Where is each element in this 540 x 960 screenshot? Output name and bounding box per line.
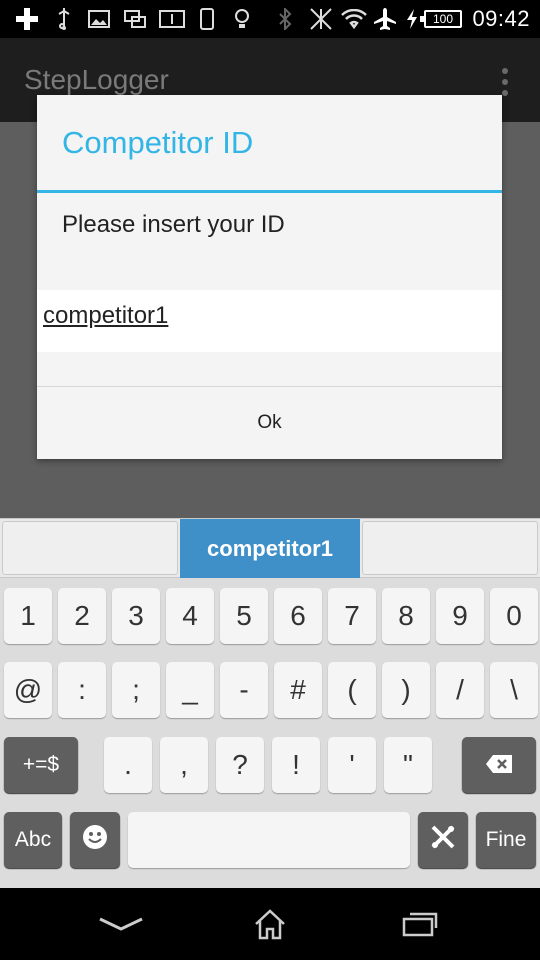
soft-keyboard: competitor1 1 2 3 4 5 6 7 8 9 0 @ : ; _ … (0, 518, 540, 888)
key-0[interactable]: 0 (490, 588, 538, 644)
key-question[interactable]: ? (216, 737, 264, 793)
back-chevron-icon[interactable] (91, 900, 151, 948)
key-2[interactable]: 2 (58, 588, 106, 644)
phone-icon (198, 7, 216, 31)
key-quote[interactable]: " (384, 737, 432, 793)
key-period[interactable]: . (104, 737, 152, 793)
keyboard-settings-key[interactable] (418, 812, 468, 868)
key-exclamation[interactable]: ! (272, 737, 320, 793)
key-comma[interactable]: , (160, 737, 208, 793)
suggestion-main[interactable]: competitor1 (180, 519, 360, 578)
bulb-icon (232, 7, 252, 31)
key-9[interactable]: 9 (436, 588, 484, 644)
screen-mirror-icon (122, 7, 148, 31)
dialog-title-divider (37, 190, 502, 193)
space-key[interactable] (128, 812, 410, 868)
tools-icon (430, 824, 456, 857)
key-colon[interactable]: : (58, 662, 106, 718)
airplane-icon (372, 7, 398, 31)
home-icon[interactable] (240, 900, 300, 948)
competitor-id-input[interactable]: competitor1 (37, 290, 502, 352)
competitor-id-dialog: Competitor ID Please insert your ID comp… (37, 95, 502, 459)
usb-icon (52, 7, 76, 31)
app-title: StepLogger (24, 64, 169, 95)
key-5[interactable]: 5 (220, 588, 268, 644)
key-8[interactable]: 8 (382, 588, 430, 644)
key-close-paren[interactable]: ) (382, 662, 430, 718)
key-7[interactable]: 7 (328, 588, 376, 644)
key-1[interactable]: 1 (4, 588, 52, 644)
navigation-bar (0, 888, 540, 960)
key-at[interactable]: @ (4, 662, 52, 718)
dialog-message: Please insert your ID (62, 211, 285, 238)
battery-icon: 100 (420, 10, 462, 28)
bluetooth-icon (276, 7, 294, 31)
symbols-switch-key[interactable]: +=$ (4, 737, 78, 793)
key-underscore[interactable]: _ (166, 662, 214, 718)
suggestion-bar: competitor1 (0, 518, 540, 578)
key-6[interactable]: 6 (274, 588, 322, 644)
key-3[interactable]: 3 (112, 588, 160, 644)
done-key[interactable]: Fine (476, 812, 536, 868)
status-time: 09:42 (472, 6, 530, 31)
overflow-menu-icon[interactable] (500, 68, 510, 96)
emoji-key[interactable] (70, 812, 120, 868)
key-open-paren[interactable]: ( (328, 662, 376, 718)
abc-switch-key[interactable]: Abc (4, 812, 62, 868)
image-icon (87, 7, 111, 31)
key-apostrophe[interactable]: ' (328, 737, 376, 793)
key-slash[interactable]: / (436, 662, 484, 718)
battery-level: 100 (432, 12, 454, 26)
backspace-key[interactable] (462, 737, 536, 793)
suggestion-slot-right[interactable] (362, 521, 538, 575)
key-hash[interactable]: # (274, 662, 322, 718)
suggestion-slot-left[interactable] (2, 521, 178, 575)
key-4[interactable]: 4 (166, 588, 214, 644)
backspace-icon (485, 749, 513, 781)
info-icon (158, 7, 186, 31)
status-bar: 100 09:42 (0, 0, 540, 38)
charging-icon (404, 7, 420, 31)
ok-button[interactable]: Ok (37, 387, 502, 459)
dialog-title: Competitor ID (62, 125, 254, 160)
key-hyphen[interactable]: - (220, 662, 268, 718)
key-backslash[interactable]: \ (490, 662, 538, 718)
key-semicolon[interactable]: ; (112, 662, 160, 718)
emoji-icon (82, 824, 108, 857)
competitor-id-input-value[interactable]: competitor1 (43, 302, 168, 330)
add-icon (14, 7, 40, 31)
wifi-icon (340, 7, 368, 31)
no-data-icon (308, 7, 334, 31)
recent-apps-icon[interactable] (390, 900, 450, 948)
